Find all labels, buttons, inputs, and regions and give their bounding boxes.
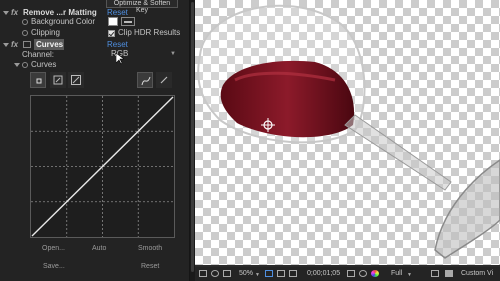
expand-triangle-icon[interactable] bbox=[14, 63, 20, 67]
param-label-clipping: Clipping bbox=[31, 28, 60, 37]
camera-snapshot-icon[interactable] bbox=[347, 270, 355, 277]
smooth-button[interactable]: Smooth bbox=[138, 245, 162, 252]
resolution-dropdown[interactable]: Full bbox=[391, 270, 402, 277]
effect-icon bbox=[23, 41, 31, 48]
rgb-curve-tool-button[interactable] bbox=[30, 72, 46, 88]
viewer-status-bar: 50% ▼ 0;00;01;05 Full ▼ Custom Vi bbox=[195, 267, 500, 281]
resize-icon bbox=[53, 75, 63, 85]
curves-graph[interactable] bbox=[30, 95, 175, 238]
chevron-down-icon: ▼ bbox=[407, 272, 412, 278]
color-channel-icon[interactable] bbox=[371, 270, 379, 277]
channel-label: Channel: bbox=[22, 50, 55, 59]
region-of-interest-icon[interactable] bbox=[431, 270, 439, 277]
transparency-grid-icon[interactable] bbox=[445, 270, 453, 277]
vr-icon[interactable] bbox=[211, 270, 219, 277]
chevron-down-icon: ▼ bbox=[170, 51, 176, 57]
optimize-soften-key-button[interactable]: Optimize & Soften Key bbox=[106, 0, 178, 14]
resolution-grid-icon[interactable] bbox=[265, 270, 273, 277]
clip-hdr-checkbox[interactable] bbox=[108, 30, 115, 37]
fx-toggle-icon[interactable]: fx bbox=[11, 40, 18, 49]
curve-tool-icon bbox=[36, 78, 42, 84]
chevron-down-icon: ▼ bbox=[255, 272, 260, 278]
large-graph-button[interactable] bbox=[68, 72, 84, 88]
grid-icon[interactable] bbox=[277, 270, 285, 277]
curves-reset-link[interactable]: Reset bbox=[107, 40, 128, 49]
stopwatch-icon[interactable] bbox=[22, 19, 28, 25]
effect-name-curves[interactable]: Curves bbox=[36, 40, 63, 49]
bezier-curve-tool-button[interactable] bbox=[137, 72, 153, 88]
zoom-level[interactable]: 50% bbox=[239, 270, 253, 277]
eyedropper-icon[interactable] bbox=[121, 17, 135, 26]
remove-matting-reset-link[interactable]: Reset bbox=[107, 8, 128, 17]
expand-triangle-icon[interactable] bbox=[3, 11, 9, 15]
medium-graph-button[interactable] bbox=[50, 72, 66, 88]
open-button[interactable]: Open... bbox=[42, 245, 65, 252]
curves-sub-label: Curves bbox=[31, 60, 57, 69]
pencil-icon bbox=[160, 76, 168, 84]
always-preview-icon[interactable] bbox=[199, 270, 207, 277]
effect-controls-panel: Optimize & Soften Key fx Remove ...r Mat… bbox=[0, 0, 190, 281]
curve-grid bbox=[31, 96, 174, 237]
effect-name-remove-matting[interactable]: Remove ...r Matting bbox=[23, 8, 97, 17]
mouse-cursor-icon bbox=[116, 53, 124, 65]
stopwatch-icon[interactable] bbox=[22, 30, 28, 36]
clip-hdr-label: Clip HDR Results bbox=[118, 28, 181, 37]
background-color-swatch[interactable] bbox=[108, 17, 118, 26]
view-dropdown[interactable]: Custom Vi bbox=[461, 270, 493, 277]
show-snapshot-icon[interactable] bbox=[359, 270, 367, 277]
composition-viewer[interactable] bbox=[195, 0, 500, 265]
wine-glass-image bbox=[197, 4, 500, 259]
fx-toggle-icon[interactable]: fx bbox=[11, 8, 18, 17]
pencil-tool-button[interactable] bbox=[156, 72, 172, 88]
expand-triangle-icon[interactable] bbox=[3, 43, 9, 47]
reset-button[interactable]: Reset bbox=[141, 263, 159, 270]
mask-visibility-icon[interactable] bbox=[223, 270, 231, 277]
channel-icon[interactable] bbox=[289, 270, 297, 277]
stopwatch-icon[interactable] bbox=[22, 62, 28, 68]
save-button[interactable]: Save... bbox=[43, 263, 65, 270]
param-label-background-color: Background Color bbox=[31, 17, 96, 26]
resize-icon bbox=[71, 75, 81, 85]
scrollbar-thumb[interactable] bbox=[191, 2, 194, 272]
auto-button[interactable]: Auto bbox=[92, 245, 106, 252]
bezier-icon bbox=[141, 76, 151, 86]
current-timecode[interactable]: 0;00;01;05 bbox=[307, 270, 340, 277]
